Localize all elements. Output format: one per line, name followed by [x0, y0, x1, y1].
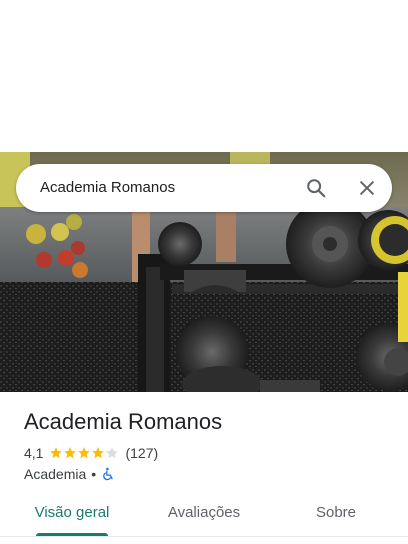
search-button[interactable]: [302, 174, 330, 202]
tab-sobre[interactable]: Sobre: [288, 490, 384, 538]
rating-value: 4,1: [24, 445, 44, 461]
separator-dot: •: [91, 466, 97, 482]
clear-search-button[interactable]: [353, 174, 381, 202]
wheelchair-icon: [103, 467, 113, 481]
star-icon: [64, 447, 77, 459]
star-icon: [106, 447, 119, 459]
rating-stars: [49, 446, 119, 460]
tab-avaliacoes[interactable]: Avaliações: [156, 490, 252, 538]
tabs-divider: [0, 536, 408, 537]
place-title: Academia Romanos: [24, 409, 223, 434]
category-row: Academia •: [24, 465, 115, 483]
place-tabs: Visão geral Avaliações Sobre: [0, 490, 408, 538]
place-category: Academia: [24, 466, 87, 482]
search-bar[interactable]: Academia Romanos: [16, 164, 392, 212]
review-count[interactable]: (127): [125, 445, 158, 461]
search-input[interactable]: Academia Romanos: [40, 164, 175, 212]
close-icon: [360, 181, 374, 195]
rating-row[interactable]: 4,1 (127): [24, 444, 158, 462]
tab-visao-geral[interactable]: Visão geral: [24, 490, 120, 538]
search-icon: [307, 179, 326, 198]
star-icon: [50, 447, 63, 459]
star-icon: [78, 447, 91, 459]
star-icon: [92, 447, 105, 459]
